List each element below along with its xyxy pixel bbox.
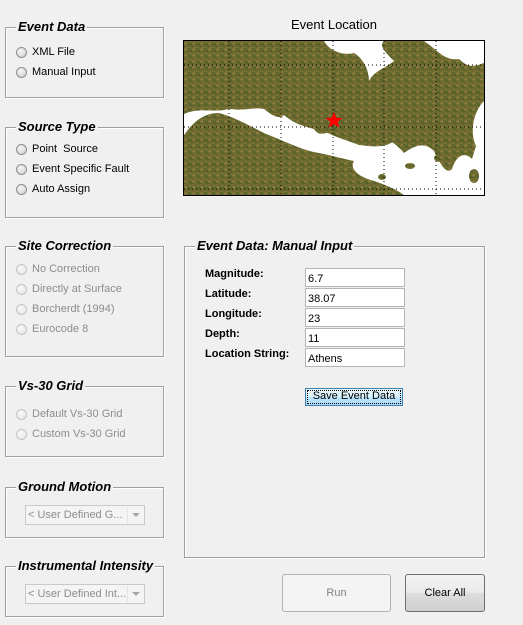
manual-input-panel: Event Data: Manual Input Magnitude: 6.7 …	[184, 238, 485, 558]
site-correction-group: Site Correction No Correction Directly a…	[5, 238, 164, 357]
radio-label: Event Specific Fault	[32, 163, 130, 175]
location-string-label: Location String:	[205, 348, 290, 360]
instrumental-intensity-dropdown[interactable]: < User Defined Int...	[25, 584, 145, 604]
radio-label: Directly at Surface	[32, 283, 122, 295]
run-button[interactable]: Run	[282, 574, 391, 612]
radio-auto-assign[interactable]: Auto Assign	[16, 181, 90, 197]
radio-label: Borcherdt (1994)	[32, 303, 115, 315]
radio-label: Manual Input	[32, 66, 96, 78]
radio-label: Auto Assign	[32, 183, 91, 195]
radio-button-icon[interactable]	[16, 66, 27, 78]
radio-event-specific-fault[interactable]: Event Specific Fault	[16, 161, 129, 177]
latitude-input[interactable]: 38.07	[305, 288, 405, 307]
event-data-title: Event Data	[16, 19, 88, 35]
radio-label: XML File	[32, 46, 75, 58]
instrumental-intensity-title: Instrumental Intensity	[16, 558, 156, 574]
radio-directly-at-surface[interactable]: Directly at Surface	[16, 281, 122, 297]
radio-eurocode-8[interactable]: Eurocode 8	[16, 321, 88, 337]
radio-xml-file[interactable]: XML File	[16, 44, 75, 60]
radio-button-icon[interactable]	[16, 46, 27, 58]
manual-input-title: Event Data: Manual Input	[195, 238, 355, 254]
radio-label: Custom Vs-30 Grid	[32, 428, 126, 440]
radio-manual-input[interactable]: Manual Input	[16, 64, 96, 80]
event-location-map[interactable]	[183, 40, 485, 196]
save-event-data-button[interactable]: Save Event Data	[305, 388, 403, 406]
radio-point-source[interactable]: Point Source	[16, 141, 98, 157]
ground-motion-group: Ground Motion < User Defined G...	[5, 479, 164, 538]
magnitude-input[interactable]: 6.7	[305, 268, 405, 287]
longitude-input[interactable]: 23	[305, 308, 405, 327]
radio-button-icon[interactable]	[16, 143, 27, 155]
vs30-grid-title: Vs-30 Grid	[16, 378, 86, 394]
depth-input[interactable]: 11	[305, 328, 405, 347]
radio-button-icon[interactable]	[16, 323, 27, 335]
chevron-down-icon[interactable]	[127, 586, 144, 602]
event-data-group: Event Data XML File Manual Input	[5, 19, 164, 98]
radio-default-vs30[interactable]: Default Vs-30 Grid	[16, 406, 122, 422]
map-title: Event Location	[290, 17, 377, 32]
depth-label: Depth:	[205, 328, 240, 340]
latitude-label: Latitude:	[205, 288, 252, 300]
radio-label: Eurocode 8	[32, 323, 89, 335]
radio-custom-vs30[interactable]: Custom Vs-30 Grid	[16, 426, 126, 442]
longitude-label: Longitude:	[205, 308, 262, 320]
radio-label: Default Vs-30 Grid	[32, 408, 123, 420]
clear-all-button[interactable]: Clear All	[405, 574, 485, 612]
radio-button-icon[interactable]	[16, 303, 27, 315]
vs30-grid-group: Vs-30 Grid Default Vs-30 Grid Custom Vs-…	[5, 378, 164, 457]
radio-button-icon[interactable]	[16, 283, 27, 295]
instrumental-intensity-group: Instrumental Intensity < User Defined In…	[5, 558, 164, 617]
radio-label: Point Source	[32, 143, 99, 155]
radio-label: No Correction	[32, 263, 100, 275]
radio-button-icon[interactable]	[16, 428, 27, 440]
radio-button-icon[interactable]	[16, 263, 27, 275]
radio-button-icon[interactable]	[16, 183, 27, 195]
radio-button-icon[interactable]	[16, 408, 27, 420]
dropdown-value: < User Defined G...	[28, 509, 123, 521]
terrain-map	[184, 41, 484, 195]
dropdown-value: < User Defined Int...	[28, 588, 127, 600]
ground-motion-title: Ground Motion	[16, 479, 114, 495]
magnitude-label: Magnitude:	[205, 268, 264, 280]
chevron-down-icon[interactable]	[127, 507, 144, 523]
source-type-group: Source Type Point Source Event Specific …	[5, 119, 164, 218]
radio-borcherdt[interactable]: Borcherdt (1994)	[16, 301, 115, 317]
source-type-title: Source Type	[16, 119, 98, 135]
ground-motion-dropdown[interactable]: < User Defined G...	[25, 505, 145, 525]
radio-button-icon[interactable]	[16, 163, 27, 175]
location-string-input[interactable]: Athens	[305, 348, 405, 367]
site-correction-title: Site Correction	[16, 238, 114, 254]
radio-no-correction[interactable]: No Correction	[16, 261, 100, 277]
